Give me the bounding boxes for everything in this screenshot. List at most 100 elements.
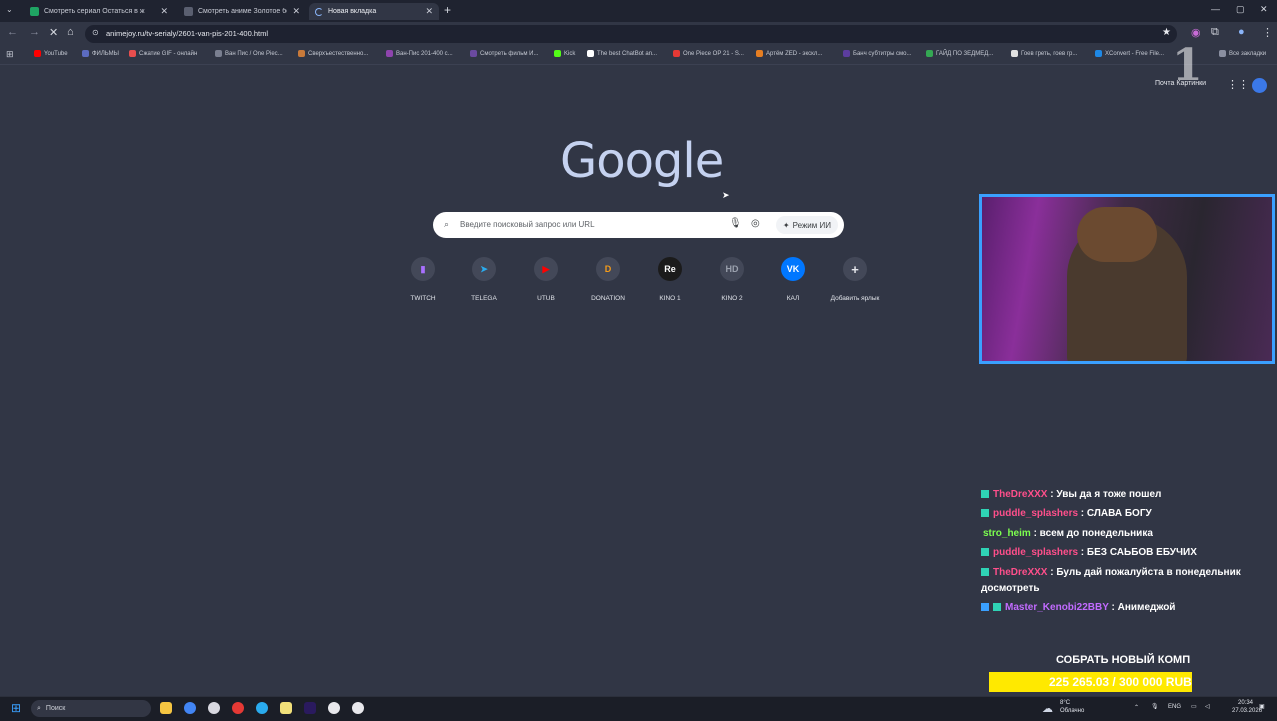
ai-mode-button[interactable]: ✦ Режим ИИ: [775, 216, 838, 234]
extensions-puzzle-icon[interactable]: ⧉: [1211, 26, 1219, 39]
bookmark-item[interactable]: Kick: [554, 50, 575, 57]
google-apps-icon[interactable]: ⋮⋮: [1227, 78, 1249, 91]
shortcut-donation[interactable]: D DONATION: [578, 257, 638, 302]
bookmark-item[interactable]: Артём ZED - экскл...: [756, 50, 822, 57]
tab-list-menu-icon[interactable]: ⌄: [6, 5, 13, 14]
premiere-icon[interactable]: [304, 702, 316, 714]
new-tab-button[interactable]: +: [444, 3, 451, 17]
weather-icon[interactable]: ☁: [1042, 702, 1053, 715]
address-bar[interactable]: ⊙ animejoy.ru/tv-serialy/2601-van-pis-20…: [85, 25, 1177, 43]
kino1-icon: Re: [658, 257, 682, 281]
donation-icon: D: [596, 257, 620, 281]
app-icon[interactable]: [232, 702, 244, 714]
chat-badge-icon: [981, 603, 989, 612]
menu-kebab-icon[interactable]: ⋮: [1262, 26, 1273, 39]
sparkle-search-icon: ✦: [782, 220, 790, 230]
shortcut-twitch[interactable]: ▮ TWITCH: [393, 257, 453, 302]
clock-time[interactable]: 20:34: [1238, 700, 1253, 706]
file-explorer-icon[interactable]: [160, 702, 172, 714]
chat-message: puddle_splashers : БЕЗ САЬБОВ ЕБУЧИХ: [981, 545, 1251, 561]
plus-icon: +: [843, 257, 867, 281]
obs-icon[interactable]: [328, 702, 340, 714]
volume-icon[interactable]: ◁: [1205, 703, 1210, 710]
chat-text: : всем до понедельника: [1030, 528, 1153, 539]
back-icon[interactable]: ←: [7, 26, 18, 38]
bookmark-item[interactable]: Гоев греть, гоев гр...: [1011, 50, 1077, 57]
tab-title: Смотреть аниме Золотое бож: [198, 8, 288, 15]
shortcut-kal[interactable]: VK КАЛ: [763, 257, 823, 302]
notifications-icon[interactable]: ▣: [1259, 703, 1265, 710]
bookmark-item[interactable]: Смотреть фильм И...: [470, 50, 538, 57]
close-icon[interactable]: ✕: [425, 6, 433, 17]
bookmark-item[interactable]: ФИЛЬМЫ: [82, 50, 119, 57]
maximize-icon[interactable]: ▢: [1236, 4, 1245, 15]
language-indicator[interactable]: ENG: [1168, 704, 1181, 710]
google-logo: Google: [560, 133, 724, 189]
chat-message: TheDreXXX : Буль дай пожалуйста в понеде…: [981, 565, 1251, 597]
account-avatar[interactable]: [1252, 78, 1267, 93]
bookmark-item[interactable]: XConvert - Free File...: [1095, 50, 1164, 57]
bookmark-item[interactable]: The best ChatBot an...: [587, 50, 657, 57]
network-icon[interactable]: ▭: [1191, 703, 1197, 710]
shortcut-utub[interactable]: ▶ UTUB: [516, 257, 576, 302]
tab-strip: ⌄ Смотреть сериал Остаться в ж ✕ Смотрет…: [0, 0, 1277, 22]
app-icon[interactable]: [280, 702, 292, 714]
forward-icon[interactable]: →: [29, 26, 40, 38]
extension-icon[interactable]: ◉: [1191, 26, 1201, 39]
stop-icon[interactable]: ✕: [49, 26, 58, 39]
donation-goal-title: СОБРАТЬ НОВЫЙ КОМП: [1056, 654, 1191, 666]
close-icon[interactable]: ✕: [160, 6, 168, 17]
shortcut-telega[interactable]: ➤ TELEGA: [454, 257, 514, 302]
tab-1[interactable]: Смотреть сериал Остаться в ж ✕: [24, 3, 174, 20]
bookmark-star-icon[interactable]: ★: [1162, 27, 1171, 38]
bookmark-item[interactable]: YouTube: [34, 50, 68, 57]
obs-icon[interactable]: [352, 702, 364, 714]
add-shortcut[interactable]: + Добавить ярлык: [825, 257, 885, 302]
taskbar: ⊞ ⌕ Поиск ☁ 8°C Облачно ⌃ 🎙 ENG ▭ ◁ 20:3…: [0, 696, 1277, 721]
all-bookmarks[interactable]: Все закладки: [1219, 50, 1266, 57]
telegram-icon: ➤: [472, 257, 496, 281]
chat-username: TheDreXXX: [993, 489, 1048, 500]
bookmark-item[interactable]: One Piece OP 21 - S...: [673, 50, 744, 57]
bookmark-item[interactable]: ГАЙД ПО ЗЕДМЕД...: [926, 50, 993, 57]
telegram-icon[interactable]: [256, 702, 268, 714]
folder-icon: [82, 50, 89, 57]
windows-start-icon[interactable]: ⊞: [11, 701, 21, 715]
chat-username: puddle_splashers: [993, 547, 1079, 558]
chat-badge-icon: [981, 490, 989, 499]
tab-2[interactable]: Смотреть аниме Золотое бож ✕: [178, 3, 306, 20]
clock-date[interactable]: 27.03.2026: [1232, 708, 1262, 714]
twitch-icon: ▮: [411, 257, 435, 281]
chat-username: Master_Kenobi22BBY: [1005, 602, 1109, 613]
donation-goal-progress: 225 265.03 / 300 000 RUB: [1049, 675, 1192, 689]
webcam-feed: [979, 194, 1275, 364]
close-window-icon[interactable]: ✕: [1260, 4, 1268, 15]
profile-avatar-icon[interactable]: ●: [1238, 26, 1245, 38]
shortcut-kino2[interactable]: HD KINO 2: [702, 257, 762, 302]
bookmark-item[interactable]: Ван-Пис 201-400 с...: [386, 50, 453, 57]
kick-icon: [554, 50, 561, 57]
shortcut-kino1[interactable]: Re KINO 1: [640, 257, 700, 302]
chat-username: stro_heim: [983, 528, 1031, 539]
chat-text: : СЛАВА БОГУ: [1078, 508, 1152, 519]
search-box[interactable]: ⌕ Введите поисковый запрос или URL 🎙 ◎ ✦…: [433, 212, 844, 238]
home-icon[interactable]: ⌂: [67, 26, 74, 38]
site-info-icon[interactable]: ⊙: [92, 28, 99, 37]
camera-lens-icon[interactable]: ◎: [751, 218, 760, 229]
bookmark-item[interactable]: Сверхъестественно...: [298, 50, 368, 57]
app-icon[interactable]: [208, 702, 220, 714]
tray-chevron-icon[interactable]: ⌃: [1134, 704, 1139, 711]
microphone-icon[interactable]: 🎙: [1151, 703, 1159, 710]
chrome-icon[interactable]: [184, 702, 196, 714]
taskbar-search[interactable]: ⌕ Поиск: [31, 700, 151, 717]
minimize-icon[interactable]: —: [1211, 4, 1220, 14]
chat-username: puddle_splashers: [993, 508, 1079, 519]
close-icon[interactable]: ✕: [292, 6, 300, 17]
microphone-icon[interactable]: 🎙: [729, 218, 742, 229]
bookmark-item[interactable]: Ван Пис / One Piec...: [215, 50, 283, 57]
tab-3[interactable]: Новая вкладка ✕: [309, 3, 439, 20]
apps-grid-icon[interactable]: ⊞: [6, 49, 14, 60]
bookmark-item[interactable]: Банч субтитры смо...: [843, 50, 912, 57]
bookmarks-bar: ⊞ YouTube ФИЛЬМЫ Сжатие GIF - онлайн Ван…: [0, 46, 1277, 65]
bookmark-item[interactable]: Сжатие GIF - онлайн: [129, 50, 197, 57]
